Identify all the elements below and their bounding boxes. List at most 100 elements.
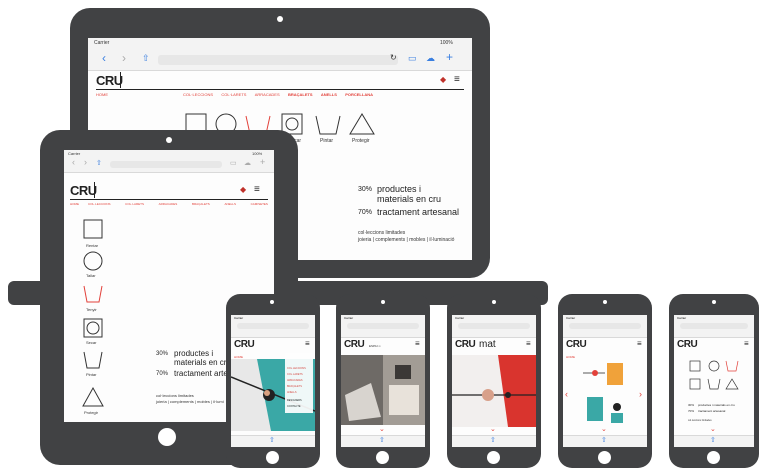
phone-3-logo-suffix: mat [479, 339, 496, 350]
tablet-back-icon[interactable]: ‹ [72, 157, 75, 167]
tablet-carrier: Carrier [68, 151, 81, 156]
phone-2-screen: Carrier CRU ESPAI ∞ ≡ ⌄ ⇧ [341, 315, 425, 447]
tablet-nav-item[interactable]: COL·LARETS [125, 202, 144, 207]
tablet-cloud-icon[interactable]: ☁ [244, 159, 251, 167]
phone-2-menu-icon[interactable]: ≡ [415, 339, 420, 348]
laptop-camera [277, 16, 283, 22]
phone-1-menu-item[interactable]: CONTACTE [287, 405, 301, 408]
phone-1-menu-item[interactable]: COL·LARETS [287, 373, 303, 376]
phone-1-carrier: Carrier [234, 316, 244, 320]
laptop-footer-title: col·leccions limitades [358, 230, 406, 236]
tablet-new-tab-icon[interactable]: + [260, 157, 265, 167]
laptop-nav-item[interactable]: COL·LECCIONS [183, 92, 213, 98]
tablet-bookmarks-icon[interactable]: ▭ [230, 159, 237, 167]
phone-5-url-bar[interactable] [680, 323, 748, 329]
phone-1-menu-icon[interactable]: ≡ [305, 339, 310, 348]
phone-1-home-button[interactable] [266, 451, 279, 464]
laptop-nav-item[interactable]: COL·LARETS [221, 92, 246, 98]
laptop-nav-item[interactable]: ANELLS [321, 92, 337, 98]
laptop-new-tab-icon[interactable]: + [446, 50, 453, 64]
phone-3-down-arrow-icon[interactable]: ⌄ [490, 425, 496, 433]
laptop-nav: COL·LECCIONS COL·LARETS ARRACADES BRAÇAL… [183, 92, 373, 98]
phone-4-next-arrow-icon[interactable]: › [639, 389, 642, 399]
tablet-care-label: Secar [86, 340, 97, 345]
phone-1-camera [270, 300, 274, 304]
phone-4-down-arrow-icon[interactable]: ⌄ [601, 425, 607, 433]
laptop-nav-item[interactable]: ARRACADES [255, 92, 280, 98]
phone-1-menu-item[interactable]: ANELLS [287, 391, 297, 394]
tablet-battery: 100% [252, 151, 263, 156]
phone-5-footer-title: col·leccions limitades [688, 419, 712, 422]
tablet-url-bar[interactable] [110, 161, 222, 168]
tablet-nav-item[interactable]: BRAÇALETS [192, 202, 210, 207]
phone-1-menu-item[interactable]: COL·LECCIONS [287, 367, 306, 370]
phone-1-menu-item[interactable]: BRAÇALETS [287, 385, 302, 388]
laptop-back-icon[interactable]: ‹ [102, 51, 106, 65]
laptop-cloud-icon[interactable]: ☁ [426, 53, 435, 64]
phone-5-stat-text: productes i materials en cru [698, 403, 735, 407]
phone-2-share-icon[interactable]: ⇧ [379, 436, 385, 444]
laptop-menu-icon[interactable]: ≡ [454, 74, 460, 85]
phone-2-logo[interactable]: CRU [344, 339, 365, 350]
tablet-nav-item[interactable]: ARRACADES [159, 202, 178, 207]
phone-5-stat-percent: 30% [688, 403, 695, 407]
laptop-forward-icon[interactable]: › [122, 51, 126, 65]
tablet-forward-icon[interactable]: › [84, 157, 87, 167]
tablet-logo[interactable]: CRU [70, 183, 97, 198]
phone-3-screen: Carrier CRU mat ≡ ⌄ ⇧ [452, 315, 536, 447]
laptop-stat-percent: 70% [358, 209, 373, 216]
tablet-care-label: Protegir [84, 410, 99, 415]
phone-2-url-bar[interactable] [347, 323, 419, 329]
laptop-nav-item[interactable]: BRAÇALETS [288, 92, 313, 98]
phone-4-menu-icon[interactable]: ≡ [637, 339, 642, 348]
tablet-footer-line: joieria | complements | mobles | il·lumi [156, 399, 224, 404]
phone-1-menu-item[interactable]: ARRACADES [287, 379, 303, 382]
phone-1-url-bar[interactable] [237, 323, 309, 329]
phone-4-home-link[interactable]: HOME [566, 355, 575, 359]
tablet-header-rule [70, 199, 268, 200]
phone-5-logo[interactable]: CRU [677, 339, 698, 350]
tablet-logo-badge-icon: ◆ [240, 185, 247, 194]
phone-2-subtitle: ESPAI ∞ [369, 344, 381, 348]
laptop-share-icon[interactable]: ⇧ [142, 53, 150, 64]
phone-5-share-icon[interactable]: ⇧ [710, 436, 716, 444]
phone-3-home-button[interactable] [487, 451, 500, 464]
tablet-nav-item[interactable]: ANELLS [224, 202, 236, 207]
tablet-share-icon[interactable]: ⇧ [96, 159, 102, 167]
tablet-nav-item[interactable]: COL·LECCIONS [88, 202, 111, 207]
tablet-home-link[interactable]: HOME [70, 202, 79, 206]
phone-5-menu-icon[interactable]: ≡ [744, 339, 749, 348]
phone-2-hero-image [341, 355, 425, 425]
phone-5-stat-percent: 70% [688, 409, 695, 413]
tablet-menu-icon[interactable]: ≡ [254, 184, 260, 195]
laptop-reload-icon[interactable]: ↻ [390, 53, 397, 62]
phone-5-home-button[interactable] [707, 451, 720, 464]
laptop-care-label: Pintar [320, 138, 334, 144]
phone-4-camera [603, 300, 607, 304]
phone-2-home-button[interactable] [376, 451, 389, 464]
tablet-care-label: Tallar [86, 273, 96, 278]
phone-1-menu-item[interactable]: DESIGNERS [287, 399, 302, 402]
phone-2-down-arrow-icon[interactable]: ⌄ [379, 425, 385, 433]
tablet-nav-item[interactable]: CAMISETES [251, 202, 268, 207]
laptop-bookmarks-icon[interactable]: ▭ [408, 53, 417, 64]
phone-3-url-bar[interactable] [458, 323, 530, 329]
phone-1-share-icon[interactable]: ⇧ [269, 436, 275, 444]
phone-5-down-arrow-icon[interactable]: ⌄ [710, 425, 716, 433]
phone-3-logo[interactable]: CRU [455, 339, 476, 350]
laptop-logo[interactable]: CRU [96, 73, 123, 88]
phone-3-share-icon[interactable]: ⇧ [490, 436, 496, 444]
phone-4-logo[interactable]: CRU [566, 339, 587, 350]
laptop-url-bar[interactable] [158, 55, 398, 65]
phone-4-url-bar[interactable] [569, 323, 641, 329]
laptop-home-link[interactable]: HOME [96, 92, 108, 97]
phone-3-menu-icon[interactable]: ≡ [526, 339, 531, 348]
tablet-home-button[interactable] [158, 428, 176, 446]
phone-1-logo[interactable]: CRU [234, 339, 255, 350]
tablet-footer-title: col·leccions limitades [156, 393, 194, 398]
phone-4-prev-arrow-icon[interactable]: ‹ [565, 389, 568, 399]
phone-4-home-button[interactable] [598, 451, 611, 464]
laptop-nav-item[interactable]: PORCELLANA [345, 92, 373, 98]
phone-3-hero-image [452, 355, 536, 427]
phone-4-share-icon[interactable]: ⇧ [601, 436, 607, 444]
